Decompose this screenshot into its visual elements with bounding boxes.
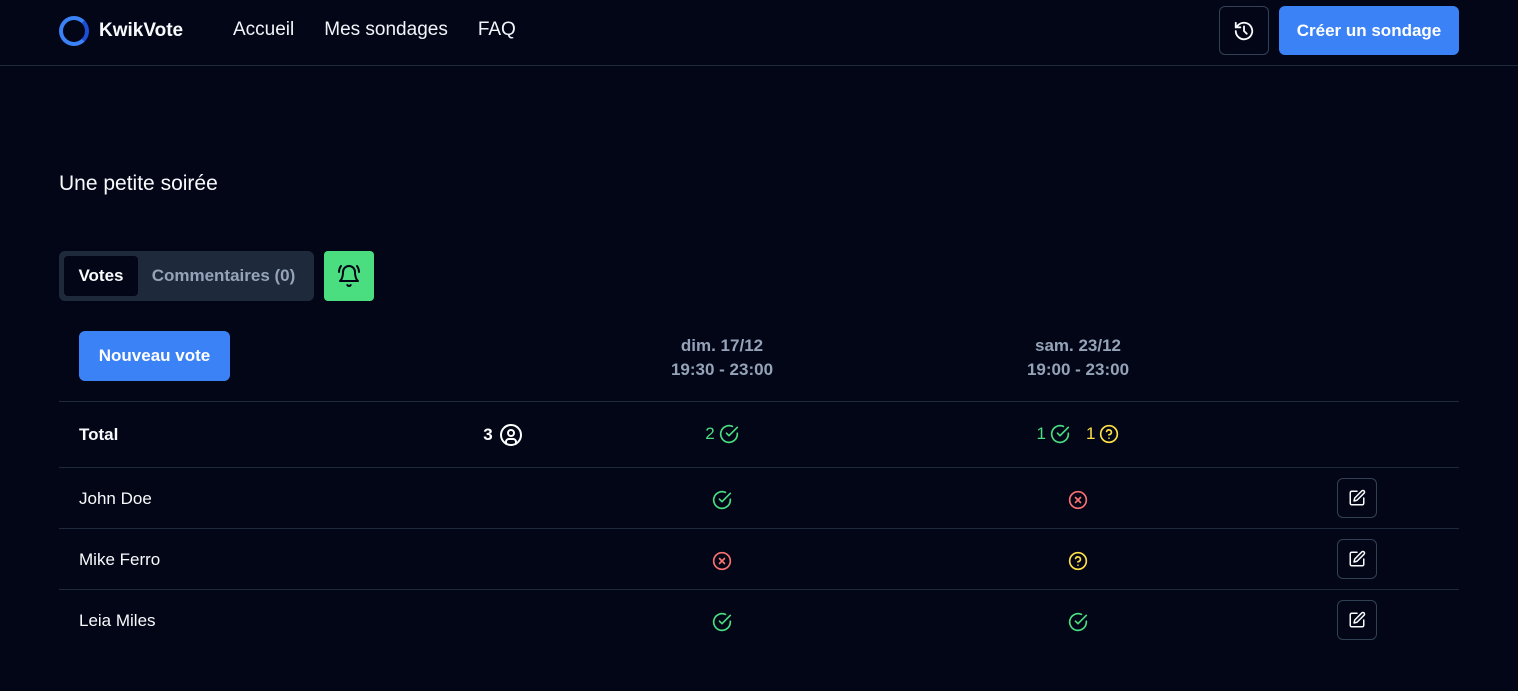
check-circle-icon bbox=[1068, 612, 1088, 632]
total-yes-count-2: 1 bbox=[1036, 424, 1046, 443]
vote-cell bbox=[622, 551, 822, 571]
brand-logo[interactable]: KwikVote bbox=[59, 16, 183, 46]
edit-vote-button[interactable] bbox=[1337, 539, 1377, 579]
edit-vote-button[interactable] bbox=[1337, 600, 1377, 640]
edit-icon bbox=[1348, 550, 1366, 568]
history-button[interactable] bbox=[1219, 6, 1269, 55]
history-icon bbox=[1233, 20, 1255, 42]
logo-ring-icon bbox=[59, 16, 89, 46]
row-divider bbox=[59, 401, 1459, 402]
question-circle-icon bbox=[1099, 424, 1119, 444]
tab-comments[interactable]: Commentaires (0) bbox=[138, 256, 309, 296]
nav-mes-sondages[interactable]: Mes sondages bbox=[324, 19, 448, 41]
voter-name: Mike Ferro bbox=[79, 550, 161, 569]
row-divider bbox=[59, 589, 1459, 590]
x-circle-icon bbox=[712, 551, 732, 571]
total-yes-count-1: 2 bbox=[705, 424, 715, 443]
nav-accueil[interactable]: Accueil bbox=[233, 19, 294, 41]
vote-cell bbox=[978, 612, 1178, 632]
bell-ring-icon bbox=[337, 264, 361, 288]
row-divider bbox=[59, 528, 1459, 529]
top-nav-bar: KwikVote Accueil Mes sondages FAQ Créer … bbox=[0, 0, 1518, 66]
poll-title: Une petite soirée bbox=[59, 172, 218, 195]
total-label: Total bbox=[79, 425, 119, 444]
voter-name: John Doe bbox=[79, 489, 152, 508]
option-time-1: 19:30 - 23:00 bbox=[670, 360, 774, 379]
notifications-button[interactable] bbox=[324, 251, 374, 301]
total-option-2: 1 1 bbox=[978, 424, 1178, 444]
create-poll-button[interactable]: Créer un sondage bbox=[1279, 6, 1459, 55]
option-header-1: dim. 17/12 19:30 - 23:00 bbox=[622, 334, 822, 382]
x-circle-icon bbox=[1068, 490, 1088, 510]
nav-faq[interactable]: FAQ bbox=[478, 19, 516, 41]
check-circle-icon bbox=[712, 490, 732, 510]
edit-vote-button[interactable] bbox=[1337, 478, 1377, 518]
check-circle-icon bbox=[1050, 424, 1070, 444]
question-circle-icon bbox=[1068, 551, 1088, 571]
row-divider bbox=[59, 467, 1459, 468]
option-date-2: sam. 23/12 bbox=[1034, 336, 1121, 355]
check-circle-icon bbox=[719, 424, 739, 444]
user-circle-icon bbox=[499, 423, 523, 447]
new-vote-button[interactable]: Nouveau vote bbox=[79, 331, 230, 381]
option-time-2: 19:00 - 23:00 bbox=[1026, 360, 1130, 379]
vote-cell bbox=[622, 490, 822, 510]
tab-votes[interactable]: Votes bbox=[64, 256, 138, 296]
main-nav: Accueil Mes sondages FAQ bbox=[233, 19, 516, 41]
option-date-1: dim. 17/12 bbox=[680, 336, 764, 355]
participants-count: 3 bbox=[403, 423, 603, 447]
edit-icon bbox=[1348, 611, 1366, 629]
edit-icon bbox=[1348, 489, 1366, 507]
option-header-2: sam. 23/12 19:00 - 23:00 bbox=[978, 334, 1178, 382]
total-option-1: 2 bbox=[622, 424, 822, 444]
check-circle-icon bbox=[712, 612, 732, 632]
vote-cell bbox=[622, 612, 822, 632]
participants-number: 3 bbox=[483, 425, 493, 444]
vote-cell bbox=[978, 551, 1178, 571]
poll-tabs: Votes Commentaires (0) bbox=[59, 251, 314, 301]
vote-cell bbox=[978, 490, 1178, 510]
brand-name: KwikVote bbox=[99, 20, 184, 41]
total-maybe-count-2: 1 bbox=[1086, 424, 1096, 443]
voter-name: Leia Miles bbox=[79, 611, 156, 630]
